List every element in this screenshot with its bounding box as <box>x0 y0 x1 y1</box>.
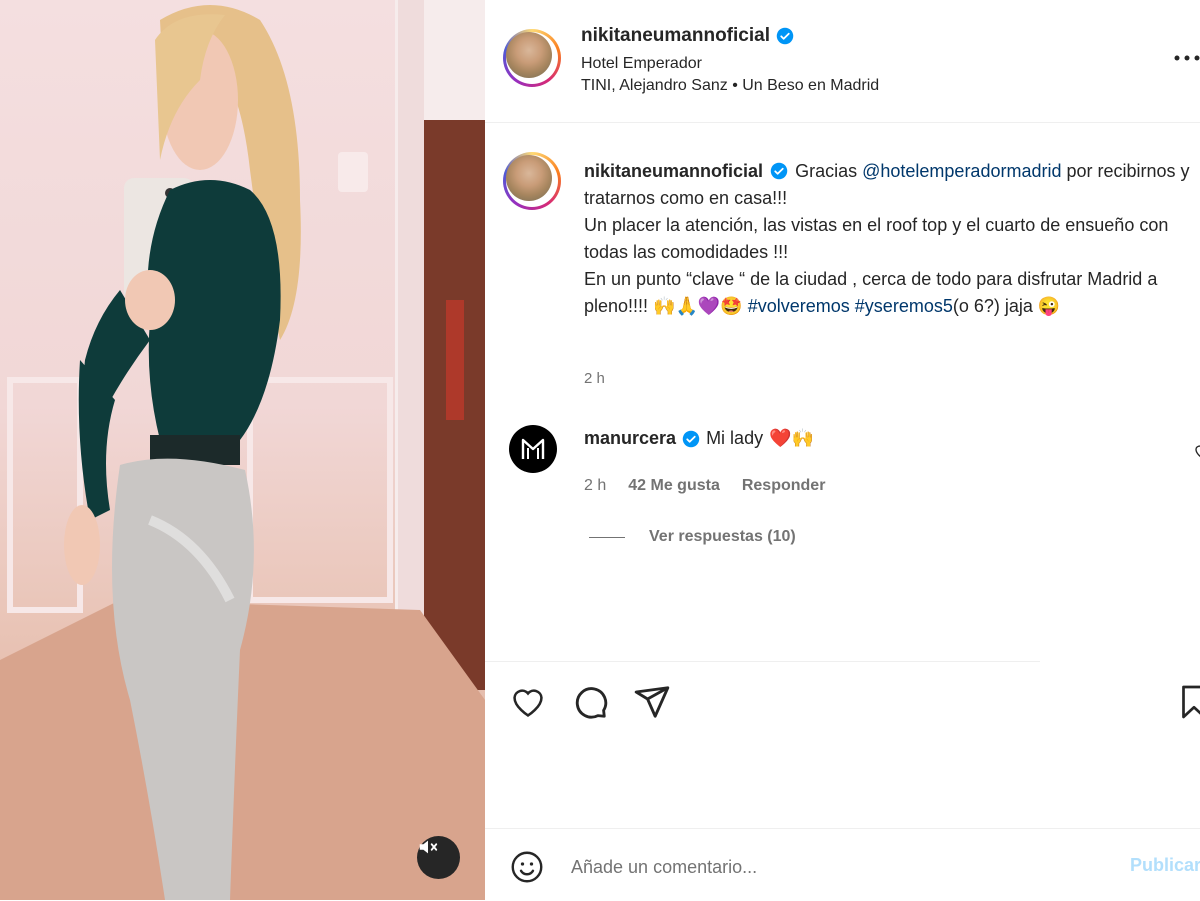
more-options-icon <box>1174 55 1200 61</box>
caption-line2: Un placer la atención, las vistas en el … <box>584 215 1169 262</box>
publish-comment-button[interactable]: Publicar <box>1130 855 1200 876</box>
add-comment-input[interactable] <box>569 847 1113 887</box>
comment-button[interactable] <box>571 683 609 721</box>
comment-text: Mi lady <box>706 428 764 448</box>
comment-composer: Publicar <box>485 828 1200 901</box>
comment-reply-button[interactable]: Responder <box>742 477 826 495</box>
caption-tail: (o 6?) jaja <box>952 296 1033 316</box>
author-avatar[interactable] <box>503 29 561 87</box>
bookmark-icon <box>1182 685 1200 719</box>
caption-emojis: 🙌🙏💜🤩 <box>653 296 743 316</box>
comment-meta: 2 h 42 Me gusta Responder <box>584 477 825 495</box>
caption-author-avatar[interactable] <box>503 152 561 210</box>
post-media-video[interactable] <box>0 0 485 900</box>
speaker-muted-icon <box>419 840 438 854</box>
comment-body: manurcera Mi lady ❤️🙌 <box>584 428 814 449</box>
share-button[interactable] <box>633 683 671 721</box>
commenter-username[interactable]: manurcera <box>584 428 676 449</box>
post-location[interactable]: Hotel Emperador <box>581 55 702 73</box>
smiley-icon <box>511 851 543 883</box>
author-username-text[interactable]: nikitaneumannoficial <box>581 25 770 47</box>
like-button[interactable] <box>509 683 547 721</box>
comment-emojis: ❤️🙌 <box>769 428 814 448</box>
caption-mention-link[interactable]: @hotelemperadormadrid <box>862 161 1061 181</box>
hashtag-link-volveremos[interactable]: #volveremos <box>748 296 850 316</box>
post-details-panel: nikitaneumannoficial Hotel Emperador TIN… <box>485 0 1200 900</box>
caption-end-emoji: 😜 <box>1037 296 1061 316</box>
view-replies-label: Ver respuestas (10) <box>649 528 796 545</box>
verified-badge-icon <box>770 162 788 180</box>
save-bookmark-button[interactable] <box>1175 684 1200 720</box>
send-paper-plane-icon <box>634 686 670 718</box>
verified-badge-icon <box>776 27 794 45</box>
caption-username[interactable]: nikitaneumannoficial <box>584 161 763 181</box>
heart-icon <box>1195 445 1200 458</box>
actions-divider <box>485 661 1040 662</box>
header-divider <box>485 122 1200 123</box>
post-caption: nikitaneumannoficial Gracias @hotelemper… <box>584 158 1199 320</box>
comment-timestamp[interactable]: 2 h <box>584 477 606 495</box>
replies-divider-line <box>589 536 625 538</box>
mute-toggle-button[interactable] <box>417 836 460 879</box>
post-action-bar <box>509 683 671 721</box>
video-frame <box>0 0 485 900</box>
commenter-avatar[interactable] <box>509 425 557 473</box>
post-author-username[interactable]: nikitaneumannoficial <box>581 25 794 47</box>
comment-like-button[interactable] <box>1188 442 1200 460</box>
caption-avatar-photo <box>506 155 552 201</box>
view-replies-button[interactable]: Ver respuestas (10) <box>589 528 796 546</box>
mu-monogram-icon <box>521 438 545 459</box>
verified-badge-icon <box>682 430 700 447</box>
comment-like-count[interactable]: 42 Me gusta <box>628 477 720 495</box>
caption-text-part1: Gracias <box>795 161 858 181</box>
comment-bubble-icon <box>575 687 608 719</box>
hashtag-link-yseremos5[interactable]: #yseremos5 <box>855 296 953 316</box>
author-avatar-photo <box>506 32 552 78</box>
more-options-button[interactable] <box>1173 48 1200 68</box>
post-audio-track[interactable]: TINI, Alejandro Sanz • Un Beso en Madrid <box>581 77 879 95</box>
heart-icon <box>513 689 543 717</box>
caption-timestamp[interactable]: 2 h <box>584 370 605 387</box>
emoji-picker-button[interactable] <box>509 849 545 885</box>
